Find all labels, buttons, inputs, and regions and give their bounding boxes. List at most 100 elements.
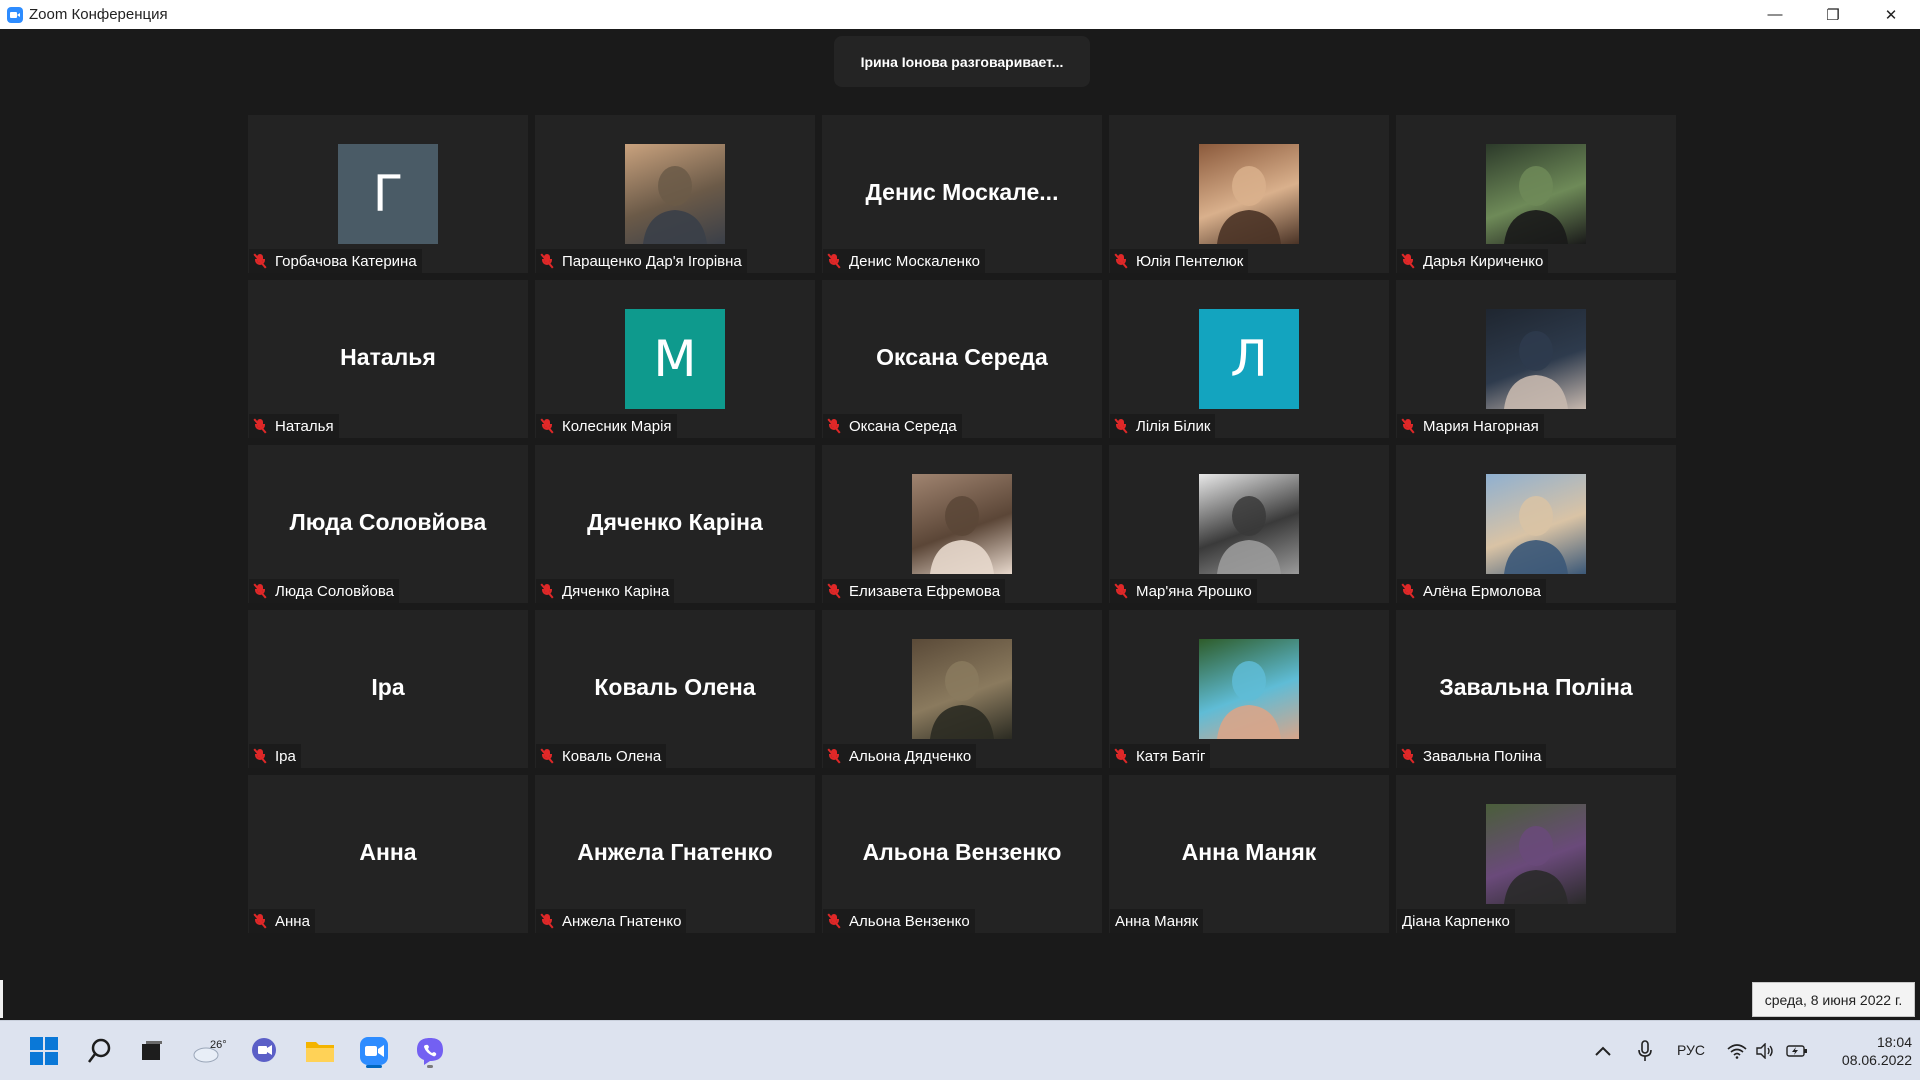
zoom-app-icon [7,6,23,23]
chevron-up-icon [1595,1046,1611,1056]
mic-muted-icon [826,913,842,929]
participant-name: Альона Вензенко [849,912,970,930]
battery-icon [1786,1045,1807,1057]
network-tray-button[interactable] [1725,1031,1749,1071]
minimize-button[interactable]: — [1746,0,1804,29]
person-photo-icon [1504,496,1568,574]
participant-name: Паращенко Дар'я Ігорівна [562,252,742,270]
participant-name: Лілія Білик [1136,417,1211,435]
participant-tile[interactable]: Елизавета Ефремова [822,445,1102,603]
mic-muted-icon [826,253,842,269]
participant-name: Дяченко Каріна [562,582,670,600]
participant-tile[interactable]: Юлія Пентелюк [1109,115,1389,273]
participant-tile[interactable]: Мар'яна Ярошко [1109,445,1389,603]
participant-tile[interactable]: Люда Соловйова Люда Соловйова [248,445,528,603]
participant-tile[interactable]: Л Лілія Білик [1109,280,1389,438]
running-app-indicator [427,1065,433,1068]
participant-name: Завальна Поліна [1423,747,1542,765]
person-photo-icon [643,166,707,244]
participant-tile[interactable]: Анна Анна [248,775,528,933]
participant-name-tag: Анжела Гнатенко [536,909,687,933]
participant-display-name: Оксана Середа [876,344,1048,370]
participant-name: Дарья Кириченко [1423,252,1544,270]
participant-tile[interactable]: Іра Іра [248,610,528,768]
mic-muted-icon [1113,583,1129,599]
avatar-letter: М [625,309,725,409]
mic-muted-icon [826,418,842,434]
start-button[interactable] [24,1031,64,1071]
viber-taskbar-button[interactable] [410,1031,450,1071]
participant-tile[interactable]: Оксана Середа Оксана Середа [822,280,1102,438]
participant-name: Елизавета Ефремова [849,582,1001,600]
file-explorer-button[interactable] [300,1031,340,1071]
chat-button[interactable] [244,1031,284,1071]
avatar-photo [1199,639,1299,739]
volume-tray-button[interactable] [1753,1031,1777,1071]
participant-name: Коваль Олена [562,747,662,765]
zoom-icon [360,1037,388,1065]
participant-name-tag: Колесник Марія [536,414,677,438]
participant-display-name: Дяченко Каріна [587,509,763,535]
participant-tile[interactable]: Альона Дядченко [822,610,1102,768]
avatar-photo [1486,474,1586,574]
participant-tile[interactable]: Наталья Наталья [248,280,528,438]
mic-muted-icon [826,583,842,599]
person-photo-icon [1504,166,1568,244]
participant-tile[interactable]: Дяченко Каріна Дяченко Каріна [535,445,815,603]
microphone-tray-button[interactable] [1630,1031,1660,1071]
participant-name: Оксана Середа [849,417,957,435]
participant-name-tag: Горбачова Катерина [249,249,422,273]
participant-name: Мария Нагорная [1423,417,1539,435]
participant-name: Люда Соловйова [275,582,394,600]
person-photo-icon [930,496,994,574]
active-speaker-indicator: Ірина Іонова разговаривает... [834,36,1090,87]
participant-tile[interactable]: Г Горбачова Катерина [248,115,528,273]
taskbar: 26° РУС 18:04 08.06.2022 [0,1020,1920,1080]
avatar-letter: Л [1199,309,1299,409]
participant-tile[interactable]: Мария Нагорная [1396,280,1676,438]
restore-button[interactable]: ❐ [1804,0,1862,29]
participant-display-name: Анна Маняк [1181,839,1317,865]
participant-name: Колесник Марія [562,417,672,435]
show-hidden-icons-button[interactable] [1588,1031,1618,1071]
participant-tile[interactable]: Дарья Кириченко [1396,115,1676,273]
title-bar[interactable]: Zoom Конференция — ❐ ✕ [0,0,1920,29]
weather-widget[interactable]: 26° [186,1031,227,1071]
task-view-button[interactable] [132,1031,172,1071]
battery-tray-button[interactable] [1785,1031,1809,1071]
participant-tile[interactable]: Завальна Поліна Завальна Поліна [1396,610,1676,768]
mic-muted-icon [252,253,268,269]
participant-display-name: Анна [359,839,417,865]
participant-tile[interactable]: Анна Маняк Анна Маняк [1109,775,1389,933]
mic-muted-icon [252,583,268,599]
mic-muted-icon [252,748,268,764]
participant-display-name: Коваль Олена [594,674,756,700]
participant-display-name: Альона Вензенко [862,839,1062,865]
meeting-area: Ірина Іонова разговаривает... Г Горбачова… [0,29,1920,1020]
participant-tile[interactable]: Анжела Гнатенко Анжела Гнатенко [535,775,815,933]
participant-tile[interactable]: Діана Карпенко [1396,775,1676,933]
search-button[interactable] [80,1031,120,1071]
participant-name: Діана Карпенко [1402,912,1510,930]
participant-tile[interactable]: Денис Москале... Денис Москаленко [822,115,1102,273]
avatar-photo [1486,144,1586,244]
participant-name-tag: Діана Карпенко [1397,909,1515,933]
participant-tile[interactable]: Катя Батіг [1109,610,1389,768]
participant-name: Горбачова Катерина [275,252,417,270]
participant-name: Алёна Ермолова [1423,582,1541,600]
language-indicator[interactable]: РУС [1677,1042,1705,1058]
participant-display-name: Люда Соловйова [289,509,487,535]
participant-tile[interactable]: Алёна Ермолова [1396,445,1676,603]
participant-tile[interactable]: Паращенко Дар'я Ігорівна [535,115,815,273]
participant-display-name: Наталья [340,344,436,370]
mic-muted-icon [1400,418,1416,434]
participant-tile[interactable]: М Колесник Марія [535,280,815,438]
close-button[interactable]: ✕ [1862,0,1920,29]
window-controls: — ❐ ✕ [1746,0,1920,29]
microphone-icon [1638,1040,1652,1061]
participant-tile[interactable]: Коваль Олена Коваль Олена [535,610,815,768]
mic-muted-icon [252,913,268,929]
zoom-taskbar-button[interactable] [354,1031,394,1071]
participant-tile[interactable]: Альона Вензенко Альона Вензенко [822,775,1102,933]
clock[interactable]: 18:04 08.06.2022 [1812,1033,1912,1069]
